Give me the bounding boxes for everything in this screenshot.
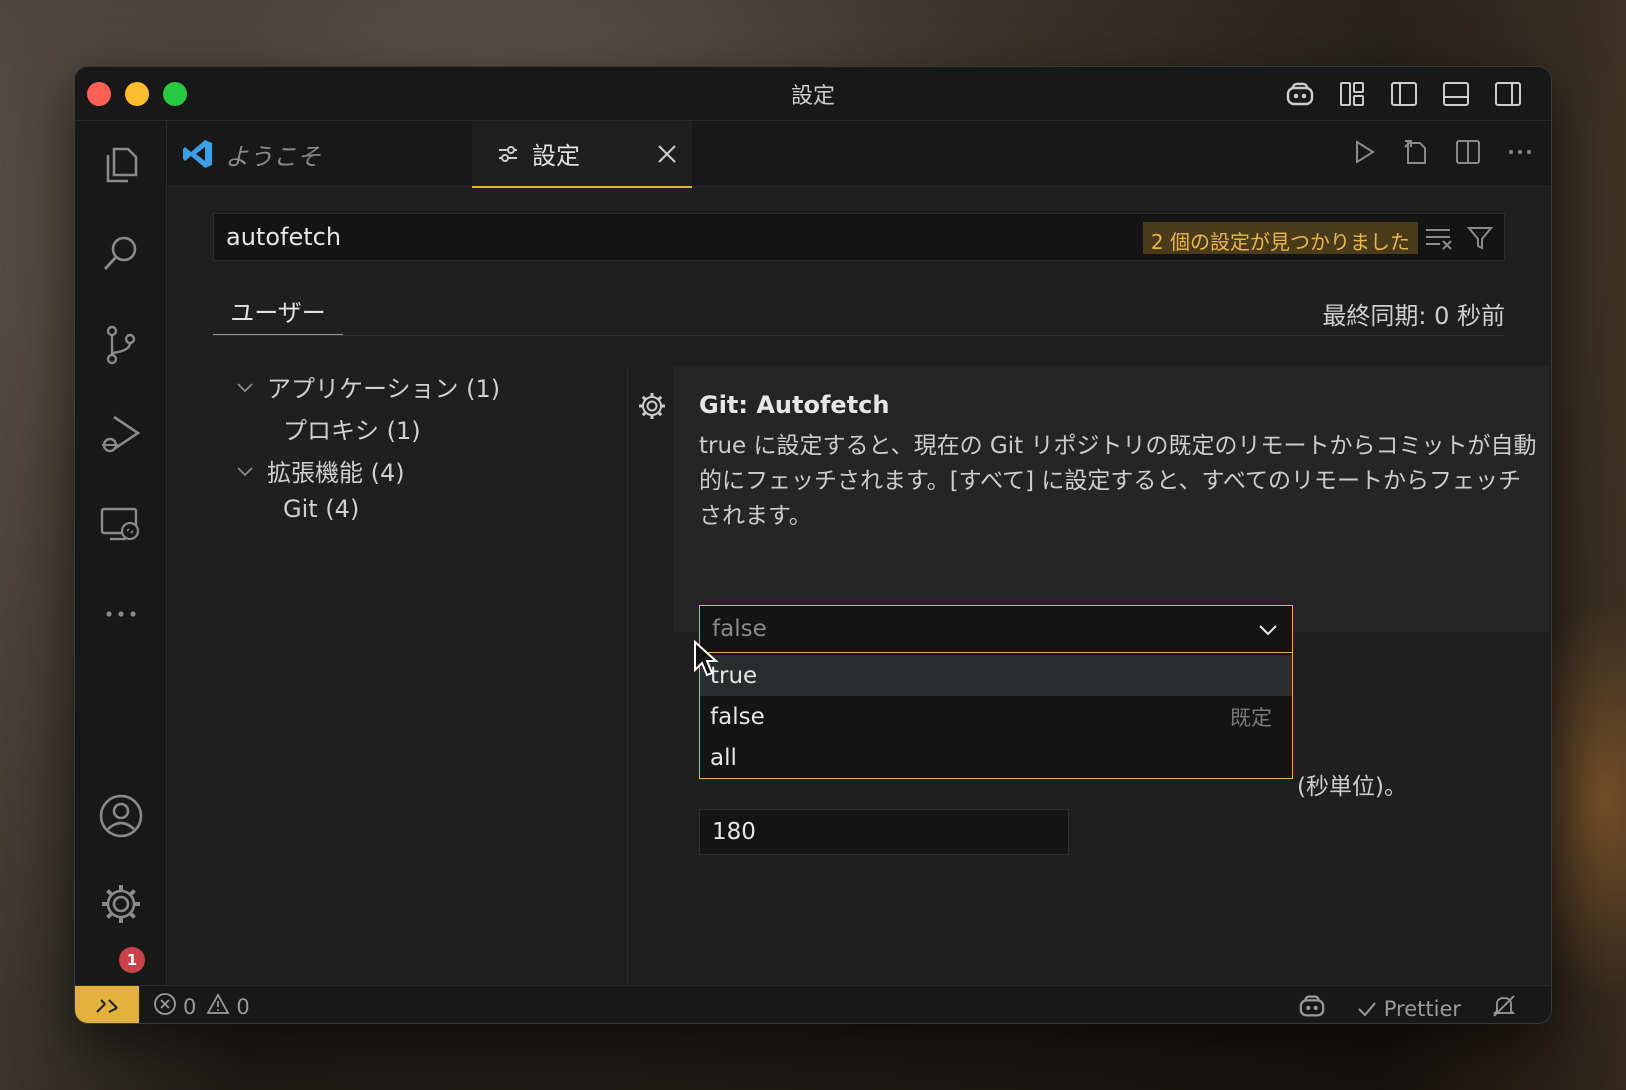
explorer-icon[interactable]: [98, 141, 144, 187]
zoom-window-button[interactable]: [163, 82, 187, 106]
search-result-badge: 2 個の設定が見つかりました: [1142, 222, 1418, 254]
setting-title: Git: Autofetch: [699, 391, 890, 419]
error-count: 0: [183, 994, 197, 1019]
settings-search-input[interactable]: [226, 223, 1086, 251]
option-default-hint: 既定: [1230, 705, 1272, 730]
source-control-icon[interactable]: [98, 321, 144, 367]
editor-actions: [1349, 137, 1535, 171]
toc-item-proxy[interactable]: プロキシ (1): [283, 411, 421, 446]
tab-bar: ようこそ 設定: [167, 121, 1551, 188]
toc-divider: [627, 366, 628, 986]
toc-item-application[interactable]: アプリケーション (1): [267, 369, 500, 404]
settings-tab-icon: [496, 142, 520, 166]
autofetch-select[interactable]: false: [699, 605, 1293, 653]
tab-welcome[interactable]: ようこそ: [181, 121, 401, 187]
filter-icon[interactable]: [1466, 224, 1494, 256]
setting-description: true に設定すると、現在の Git リポジトリの既定のリモートからコミットが…: [699, 433, 1537, 529]
notifications-muted-icon[interactable]: [1491, 993, 1517, 1023]
run-and-debug-icon[interactable]: [98, 411, 144, 457]
option-label: all: [710, 744, 737, 771]
autofetch-dropdown: true false 既定 all: [699, 653, 1293, 779]
prettier-status[interactable]: Prettier: [1356, 997, 1461, 1021]
editor-area: ようこそ 設定 2 個の設定が見つかりました: [167, 121, 1551, 986]
title-bar-actions: [1285, 79, 1523, 109]
manage-gear-icon[interactable]: [98, 881, 144, 927]
more-views-icon[interactable]: [98, 591, 144, 637]
tab-settings[interactable]: 設定: [472, 121, 692, 188]
user-scope-tab[interactable]: ユーザー: [213, 286, 343, 336]
setting2-description-tail: (秒単位)。: [1297, 774, 1407, 800]
status-right: Prettier: [1298, 992, 1517, 1023]
setting-gear-icon[interactable]: [637, 391, 667, 421]
sync-status: 最終同期: 0 秒前: [1322, 302, 1505, 330]
problems-indicator[interactable]: 0 0: [153, 992, 250, 1021]
warning-count: 0: [236, 994, 250, 1019]
open-settings-json-icon[interactable]: [1401, 137, 1431, 171]
customize-layout-icon[interactable]: [1337, 79, 1367, 109]
remote-explorer-icon[interactable]: [98, 501, 144, 547]
accounts-icon[interactable]: [98, 793, 144, 839]
toggle-primary-sidebar-icon[interactable]: [1389, 79, 1419, 109]
remote-icon: [96, 999, 118, 1013]
title-bar: 設定: [75, 67, 1551, 121]
split-editor-icon[interactable]: [1453, 137, 1483, 171]
minimize-window-button[interactable]: [125, 82, 149, 106]
dropdown-option-true[interactable]: true: [700, 655, 1292, 696]
toc-item-git[interactable]: Git (4): [283, 495, 359, 523]
vscode-logo-icon: [181, 137, 215, 171]
activity-bar: 1: [75, 121, 167, 985]
select-current-value: false: [712, 616, 767, 642]
close-window-button[interactable]: [87, 82, 111, 106]
search-icon[interactable]: [98, 231, 144, 277]
window-title: 設定: [790, 83, 835, 109]
run-icon[interactable]: [1349, 137, 1379, 171]
clear-search-icon[interactable]: [1424, 224, 1454, 256]
dropdown-option-false[interactable]: false 既定: [700, 696, 1292, 737]
close-tab-icon[interactable]: [656, 143, 678, 165]
toc-chevron-extensions[interactable]: [235, 459, 255, 487]
copilot-icon[interactable]: [1285, 79, 1315, 109]
tab-settings-label: 設定: [532, 142, 580, 170]
chevron-down-icon: [1256, 618, 1280, 648]
tab-welcome-label: ようこそ: [225, 142, 321, 171]
settings-search-box: 2 個の設定が見つかりました: [213, 213, 1505, 261]
vscode-window: 設定 1 ようこそ 設定 autofetch 2 個の設定が見つかりました ユー…: [74, 66, 1552, 1024]
mouse-cursor-icon: [692, 639, 722, 684]
status-bar: 0 0 Prettier: [75, 985, 1551, 1023]
warning-icon: [206, 992, 230, 1021]
more-actions-icon[interactable]: [1505, 137, 1535, 171]
dropdown-option-all[interactable]: all: [700, 737, 1292, 778]
search-tools: [1424, 224, 1494, 256]
manage-badge: 1: [119, 947, 145, 973]
copilot-status-icon[interactable]: [1298, 992, 1326, 1023]
check-icon: [1358, 1001, 1376, 1016]
error-icon: [153, 992, 177, 1021]
autofetch-period-input[interactable]: 180: [699, 809, 1069, 855]
traffic-lights: [87, 82, 187, 106]
remote-indicator[interactable]: [75, 986, 139, 1023]
toc-chevron-application[interactable]: [235, 375, 255, 403]
toggle-panel-icon[interactable]: [1441, 79, 1471, 109]
prettier-label: Prettier: [1383, 996, 1461, 1021]
scope-divider: [213, 335, 1505, 336]
toc-item-extensions[interactable]: 拡張機能 (4): [267, 453, 405, 488]
option-label: false: [710, 703, 765, 730]
toggle-secondary-sidebar-icon[interactable]: [1493, 79, 1523, 109]
